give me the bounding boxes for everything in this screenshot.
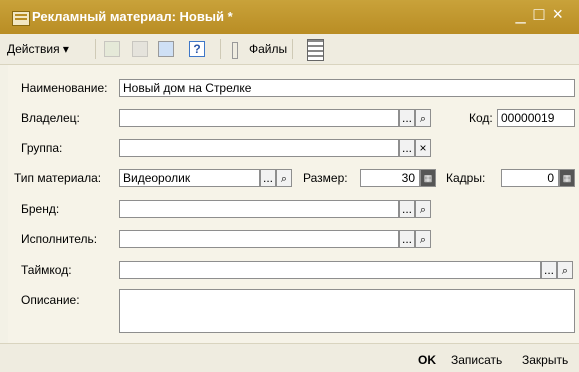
material-select-button[interactable]: ...	[260, 169, 276, 187]
search-icon[interactable]	[557, 261, 573, 279]
title-bar: Рекламный материал: Новый * _□×	[0, 0, 579, 34]
group-label: Группа:	[21, 141, 63, 155]
group-select-button[interactable]: ...	[399, 139, 415, 157]
description-label: Описание:	[21, 293, 80, 307]
name-field[interactable]: Новый дом на Стрелке	[119, 79, 575, 97]
help-icon[interactable]: ?	[189, 41, 205, 57]
window: Рекламный материал: Новый * _□× Действия…	[0, 0, 579, 372]
size-label: Размер:	[303, 171, 348, 185]
brand-label: Бренд:	[21, 202, 60, 216]
brand-field[interactable]	[119, 200, 399, 218]
toolbar-separator	[292, 39, 293, 59]
performer-select-button[interactable]: ...	[399, 230, 415, 248]
frames-label: Кадры:	[446, 171, 486, 185]
maximize-icon[interactable]: □	[534, 4, 553, 24]
edit-icon[interactable]	[132, 41, 148, 57]
window-controls: _□×	[516, 4, 571, 25]
owner-label: Владелец:	[21, 111, 80, 125]
performer-field[interactable]	[119, 230, 399, 248]
search-icon[interactable]	[415, 109, 431, 127]
copy-icon[interactable]	[158, 41, 174, 57]
close-icon[interactable]: ×	[552, 4, 571, 24]
material-type-field[interactable]: Видеоролик	[119, 169, 260, 187]
owner-select-button[interactable]: ...	[399, 109, 415, 127]
grid-icon[interactable]	[307, 39, 324, 61]
performer-label: Исполнитель:	[21, 232, 98, 246]
search-icon[interactable]	[415, 230, 431, 248]
owner-field[interactable]	[119, 109, 399, 127]
toolbar: Действия ▾ ? Файлы	[0, 34, 579, 65]
brand-select-button[interactable]: ...	[399, 200, 415, 218]
toolbar-separator	[220, 39, 221, 59]
calculator-icon[interactable]: ▦	[559, 169, 575, 187]
material-type-label: Тип материала:	[14, 171, 102, 185]
search-icon[interactable]	[276, 169, 292, 187]
code-label: Код:	[469, 111, 493, 125]
actions-menu[interactable]: Действия ▾	[7, 42, 69, 58]
file-icon	[232, 42, 238, 59]
document-icon	[12, 11, 30, 26]
window-title: Рекламный материал: Новый *	[32, 9, 233, 24]
close-button[interactable]: Закрыть	[522, 353, 568, 367]
code-field[interactable]: 00000019	[497, 109, 575, 127]
description-field[interactable]	[119, 289, 575, 333]
toolbar-separator	[95, 39, 96, 59]
form-panel: Наименование: Новый дом на Стрелке Владе…	[8, 65, 579, 343]
calculator-icon[interactable]: ▦	[420, 169, 436, 187]
save-button[interactable]: Записать	[451, 353, 502, 367]
group-field[interactable]	[119, 139, 399, 157]
size-field[interactable]: 30	[360, 169, 420, 187]
files-button[interactable]: Файлы	[249, 42, 287, 58]
timecode-select-button[interactable]: ...	[541, 261, 557, 279]
timecode-field[interactable]	[119, 261, 541, 279]
search-icon[interactable]	[415, 200, 431, 218]
clear-icon[interactable]: ×	[415, 139, 431, 157]
footer: OK Записать Закрыть	[0, 343, 579, 372]
ok-button[interactable]: OK	[418, 353, 436, 367]
timecode-label: Таймкод:	[21, 263, 72, 277]
name-label: Наименование:	[21, 81, 108, 95]
minimize-icon[interactable]: _	[516, 4, 534, 24]
back-icon[interactable]	[104, 41, 120, 57]
frames-field[interactable]: 0	[501, 169, 559, 187]
